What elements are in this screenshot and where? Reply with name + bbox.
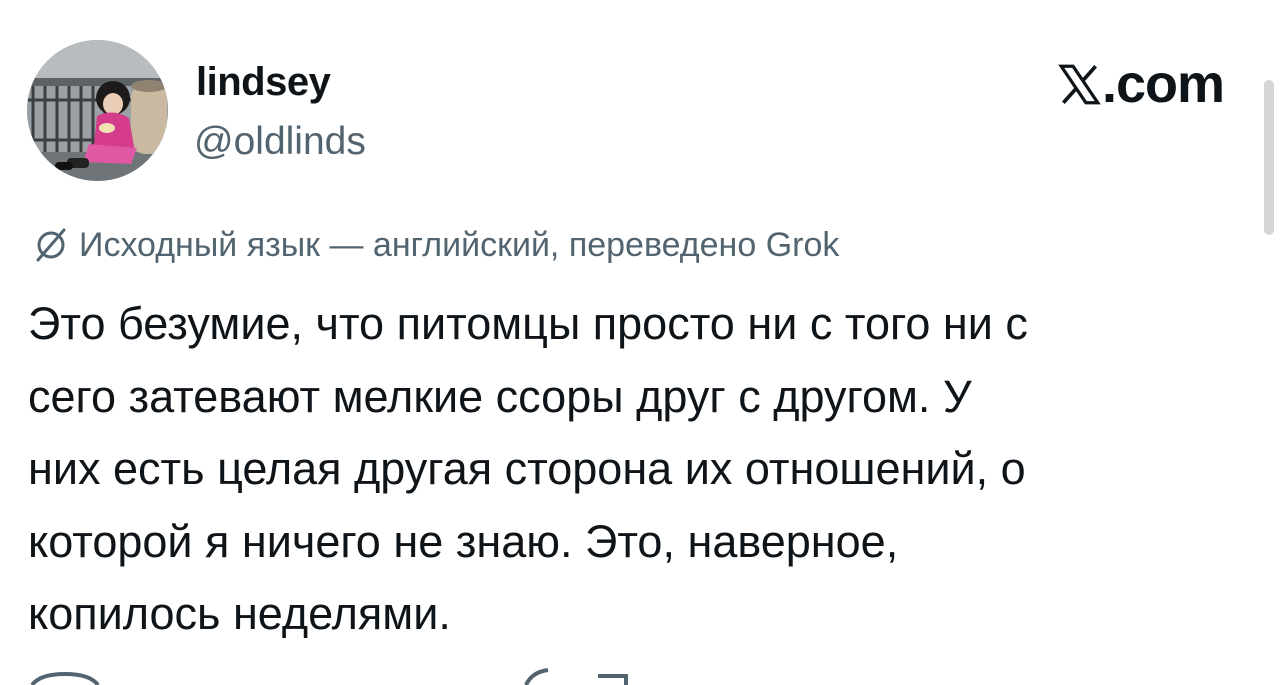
author-display-name[interactable]: lindsey [196, 58, 331, 106]
scrollbar[interactable] [1264, 80, 1274, 235]
avatar-photo [27, 40, 168, 181]
like-icon[interactable] [522, 668, 552, 685]
tweet-action-bar [0, 668, 1284, 685]
author-handle[interactable]: @oldlinds [194, 119, 366, 165]
tweet-body: Это безумие, что питомцы просто ни с тог… [28, 298, 1028, 639]
reply-icon[interactable] [30, 668, 100, 685]
site-brand: .com [1058, 54, 1225, 114]
brand-domain: .com [1101, 54, 1225, 114]
translation-note-text: Исходный язык — английский, переведено G… [79, 225, 840, 264]
translation-note[interactable]: Исходный язык — английский, переведено G… [33, 223, 839, 267]
x-logo-icon [1058, 64, 1101, 104]
share-icon[interactable] [598, 668, 638, 685]
translate-icon [36, 228, 66, 262]
tweet-header: lindsey @oldlinds .com [0, 0, 1284, 235]
avatar[interactable] [27, 40, 168, 181]
